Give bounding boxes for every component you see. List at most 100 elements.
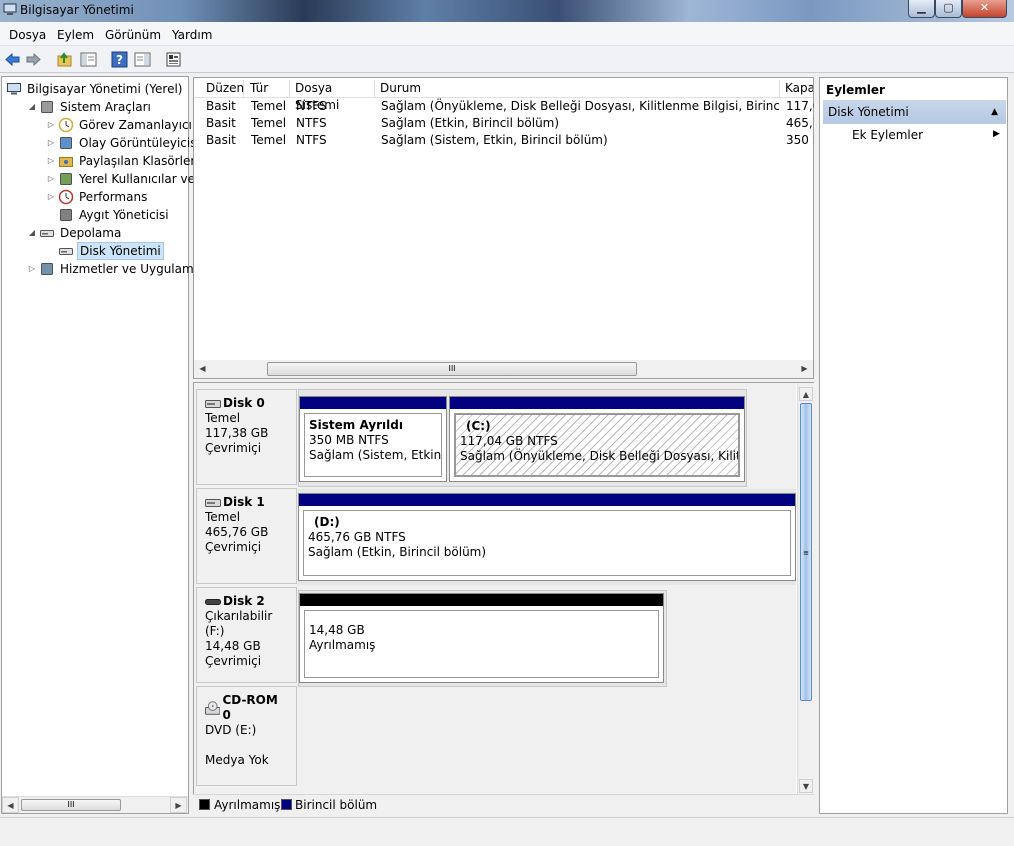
hard-disk-icon xyxy=(205,399,221,408)
disk-type: DVD (E:) xyxy=(205,723,257,737)
show-hide-action-pane-icon[interactable] xyxy=(134,51,151,68)
scroll-up-button[interactable]: ▲ xyxy=(799,387,813,401)
scroll-left-button[interactable]: ◀ xyxy=(194,360,211,378)
volume-system-reserved[interactable]: Sistem Ayrıldı 350 MB NTFS Sağlam (Siste… xyxy=(299,396,447,482)
disk-management-icon xyxy=(59,248,73,255)
table-cell: Basit xyxy=(206,133,236,147)
table-row[interactable]: Basit Temel NTFS Sağlam (Önyükleme, Disk Be… xyxy=(194,98,814,115)
tree-item[interactable]: Aygıt Yöneticisi xyxy=(2,206,188,224)
close-button[interactable]: ✕ xyxy=(962,0,1007,18)
tree-item[interactable]: ◢ Sistem Araçları xyxy=(2,98,188,116)
up-folder-icon[interactable] xyxy=(56,51,73,68)
tree-item[interactable]: ▷ Performans xyxy=(2,188,188,206)
table-row[interactable]: Basit Temel NTFS Sağlam (Sistem, Etkin, Bir… xyxy=(194,132,814,149)
action-section-disk-management[interactable]: Disk Yönetimi ▲ xyxy=(823,100,1006,124)
table-row[interactable]: Basit Temel NTFS Sağlam (Etkin, Birincil bö… xyxy=(194,115,814,132)
tree-item-label: Olay Görüntüleyicisi xyxy=(79,136,200,150)
services-icon xyxy=(41,263,53,275)
toolbar: ? xyxy=(0,46,1014,73)
disk-status: Çevrimiçi xyxy=(205,540,262,554)
volume-c[interactable]: (C:) 117,04 GB NTFS Sağlam (Önyükleme, D… xyxy=(449,396,745,482)
volume-size: 117,04 GB NTFS xyxy=(460,434,558,448)
collapsed-arrow-icon[interactable]: ▷ xyxy=(27,260,37,278)
scroll-right-button[interactable]: ▶ xyxy=(170,797,187,813)
disk-1-header[interactable]: Disk 1 Temel 465,76 GB Çevrimiçi xyxy=(196,488,297,584)
title-bar: Bilgisayar Yönetimi ▁ ▢ ✕ xyxy=(0,0,1014,22)
volume-size: 465,76 GB NTFS xyxy=(308,530,406,544)
collapse-up-icon[interactable]: ▲ xyxy=(991,100,998,124)
tree-horizontal-scrollbar[interactable]: ◀ III ▶ xyxy=(2,796,188,813)
tree-item[interactable]: ▷ Yerel Kullanıcılar ve Gru xyxy=(2,170,221,188)
column-header-duzen[interactable]: Düzen xyxy=(202,80,244,97)
disk-1-volumes: (D:) 465,76 GB NTFS Sağlam (Etkin, Birin… xyxy=(298,489,796,585)
list-horizontal-scrollbar[interactable]: ◀ III ▶ xyxy=(194,360,813,378)
collapsed-arrow-icon[interactable]: ▷ xyxy=(46,116,56,134)
menu-eylem[interactable]: Eylem xyxy=(57,28,94,42)
shared-folder-icon xyxy=(59,157,73,167)
volume-status: Sağlam (Etkin, Birincil bölüm) xyxy=(308,545,487,559)
tree-item[interactable]: ▷ Olay Görüntüleyicisi xyxy=(2,134,200,152)
tree-item[interactable]: ▷ Hizmetler ve Uygulamalar xyxy=(2,260,217,278)
disk-0-header[interactable]: Disk 0 Temel 117,38 GB Çevrimiçi xyxy=(196,389,297,485)
show-hide-tree-icon[interactable] xyxy=(80,51,97,68)
volume-list: Düzen Tür Dosya Sistemi Durum Kapas Basi… xyxy=(193,77,814,379)
navigation-tree: Bilgisayar Yönetimi (Yerel) ◢ Sistem Araçl… xyxy=(1,76,221,814)
collapsed-arrow-icon[interactable]: ▷ xyxy=(46,152,56,170)
scroll-right-button[interactable]: ▶ xyxy=(796,360,813,378)
unallocated-legend-swatch xyxy=(199,799,210,810)
disk-2-header[interactable]: Disk 2 Çıkarılabilir (F:) 14,48 GB Çevri… xyxy=(196,587,297,683)
tree-item[interactable]: ▷ Görev Zamanlayıcı xyxy=(2,116,192,134)
cdrom-0-header[interactable]: CD-ROM 0 DVD (E:) Medya Yok xyxy=(196,686,297,786)
scroll-thumb[interactable]: ≡ xyxy=(800,403,812,701)
legend-primary-partition: Birincil bölüm xyxy=(295,798,378,812)
disk-name: Disk 0 xyxy=(223,396,265,410)
column-header-durum[interactable]: Durum xyxy=(376,80,780,97)
scroll-down-button[interactable]: ▼ xyxy=(799,779,813,793)
actions-title: Eylemler xyxy=(826,83,885,97)
volume-title: (C:) xyxy=(466,419,491,433)
scroll-thumb[interactable]: III xyxy=(267,362,637,376)
list-header: Düzen Tür Dosya Sistemi Durum Kapas xyxy=(194,78,813,112)
tree-item[interactable]: Bilgisayar Yönetimi (Yerel) xyxy=(2,80,188,98)
tree-item-label: Sistem Araçları xyxy=(60,100,151,114)
action-more-actions[interactable]: Ek Eylemler xyxy=(852,128,923,142)
collapsed-arrow-icon[interactable]: ▷ xyxy=(46,170,56,188)
chevron-right-icon[interactable]: ▶ xyxy=(993,129,1000,139)
disk-size: 465,76 GB xyxy=(205,525,269,539)
primary-partition-bar xyxy=(450,397,744,409)
removable-disk-icon xyxy=(205,598,221,605)
menu-dosya[interactable]: Dosya xyxy=(9,28,46,42)
tree-item[interactable]: ▷ Paylaşılan Klasörler xyxy=(2,152,195,170)
collapsed-arrow-icon[interactable]: ▷ xyxy=(46,188,56,206)
expanded-arrow-icon[interactable]: ◢ xyxy=(27,98,37,116)
volume-d[interactable]: (D:) 465,76 GB NTFS Sağlam (Etkin, Birin… xyxy=(298,493,796,581)
properties-icon[interactable] xyxy=(165,51,182,68)
column-header-dosya-sistemi[interactable]: Dosya Sistemi xyxy=(291,80,375,112)
expanded-arrow-icon[interactable]: ◢ xyxy=(27,224,37,242)
forward-arrow-icon[interactable] xyxy=(25,51,42,68)
tree-item[interactable]: ◢ Depolama xyxy=(2,224,188,242)
volume-status: Sağlam (Sistem, Etkin, Bir xyxy=(309,448,442,462)
tree-item-label: Disk Yönetimi xyxy=(77,242,164,260)
table-cell: 465,7( xyxy=(786,116,814,130)
back-arrow-icon[interactable] xyxy=(4,51,21,68)
menu-gorunum[interactable]: Görünüm xyxy=(105,28,161,42)
table-cell: Basit xyxy=(206,99,236,113)
disk-map-vertical-scrollbar[interactable]: ▲ ≡ ▼ xyxy=(797,383,814,813)
collapsed-arrow-icon[interactable]: ▷ xyxy=(46,134,56,152)
maximize-button[interactable]: ▢ xyxy=(935,0,962,18)
disk-type: Çıkarılabilir (F:) xyxy=(205,609,273,638)
volume-unallocated[interactable]: 14,48 GB Ayrılmamış xyxy=(299,593,664,683)
menu-yardim[interactable]: Yardım xyxy=(172,28,212,42)
disk-size: 117,38 GB xyxy=(205,426,269,440)
scroll-thumb[interactable]: III xyxy=(21,799,121,811)
tree-item[interactable]: Disk Yönetimi xyxy=(2,242,188,260)
column-header-tur[interactable]: Tür xyxy=(246,80,290,97)
computer-icon xyxy=(7,83,21,95)
tree-item-label: Bilgisayar Yönetimi (Yerel) xyxy=(27,82,183,96)
minimize-button[interactable]: ▁ xyxy=(908,0,935,18)
help-icon[interactable]: ? xyxy=(111,51,128,68)
cdrom-icon xyxy=(205,701,221,715)
column-header-kapasite[interactable]: Kapas xyxy=(781,80,813,97)
scroll-left-button[interactable]: ◀ xyxy=(2,797,19,813)
